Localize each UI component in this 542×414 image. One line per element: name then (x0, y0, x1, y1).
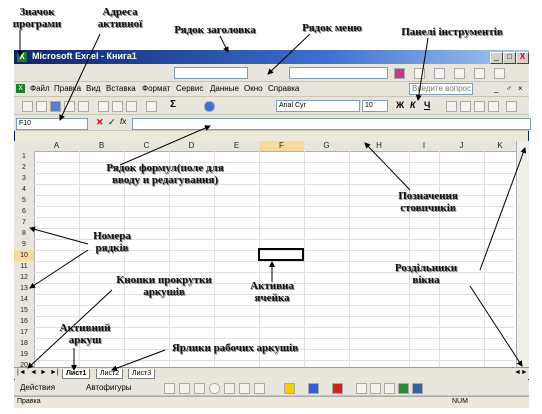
annotation-arrows (17, 30, 527, 372)
